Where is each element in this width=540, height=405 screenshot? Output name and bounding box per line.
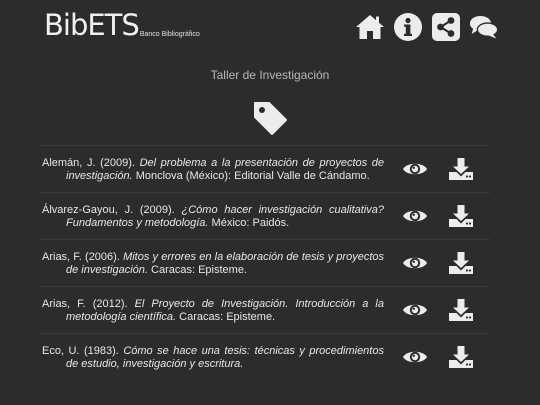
- reference-publisher: México: Paidós.: [208, 216, 290, 229]
- list-item: Alemán, J. (2009). Del problema a la pre…: [40, 145, 490, 192]
- header: BibETS Banco Bibliográfico: [0, 0, 540, 54]
- eye-icon[interactable]: [402, 348, 428, 366]
- reference-text: Alemán, J. (2009). Del problema a la pre…: [42, 157, 384, 182]
- reference-author: Alemán, J. (2009).: [42, 157, 140, 169]
- reference-text: Arias, F. (2006). Mitos y errores en la …: [42, 251, 384, 276]
- info-icon: [394, 13, 422, 41]
- download-icon[interactable]: [449, 158, 473, 180]
- home-button[interactable]: [355, 12, 385, 42]
- reference-text: Arias, F. (2012). El Proyecto de Investi…: [42, 298, 384, 323]
- list-item: Eco, U. (1983). Cómo se hace una tesis: …: [40, 333, 490, 380]
- nav-bar: [355, 12, 507, 42]
- list-item: Álvarez-Gayou, J. (2009). ¿Cómo hacer in…: [40, 192, 490, 239]
- reference-publisher: Caracas: Episteme.: [147, 263, 247, 276]
- eye-icon[interactable]: [402, 160, 428, 178]
- reference-author: Arias, F. (2006).: [42, 251, 124, 263]
- download-icon[interactable]: [449, 299, 473, 321]
- reference-publisher: Caracas: Episteme.: [176, 310, 276, 323]
- logo-subtitle: Banco Bibliográfico: [139, 31, 200, 38]
- page-title: Taller de Investigación: [210, 68, 330, 82]
- logo[interactable]: BibETS Banco Bibliográfico: [44, 9, 200, 41]
- eye-icon[interactable]: [402, 254, 428, 272]
- home-icon: [356, 15, 384, 39]
- comments-button[interactable]: [469, 12, 499, 42]
- download-icon[interactable]: [449, 346, 473, 368]
- list-item: Arias, F. (2006). Mitos y errores en la …: [40, 239, 490, 286]
- reference-text: Álvarez-Gayou, J. (2009). ¿Cómo hacer in…: [42, 204, 384, 229]
- eye-icon[interactable]: [402, 301, 428, 319]
- reference-text: Eco, U. (1983). Cómo se hace una tesis: …: [42, 345, 384, 370]
- download-icon[interactable]: [449, 205, 473, 227]
- share-button[interactable]: [431, 12, 461, 42]
- info-button[interactable]: [393, 12, 423, 42]
- eye-icon[interactable]: [402, 207, 428, 225]
- reference-author: Arias, F. (2012).: [42, 298, 135, 310]
- list-item: Arias, F. (2012). El Proyecto de Investi…: [40, 286, 490, 333]
- reference-author: Álvarez-Gayou, J. (2009).: [42, 204, 182, 216]
- reference-publisher: Monclova (México): Editorial Valle de Cá…: [132, 169, 370, 182]
- logo-title: BibETS: [44, 8, 140, 42]
- share-icon: [432, 13, 460, 41]
- reference-list: Alemán, J. (2009). Del problema a la pre…: [40, 145, 490, 380]
- comments-icon: [469, 15, 499, 39]
- tag-icon: [254, 102, 287, 135]
- reference-author: Eco, U. (1983).: [42, 345, 124, 357]
- download-icon[interactable]: [449, 252, 473, 274]
